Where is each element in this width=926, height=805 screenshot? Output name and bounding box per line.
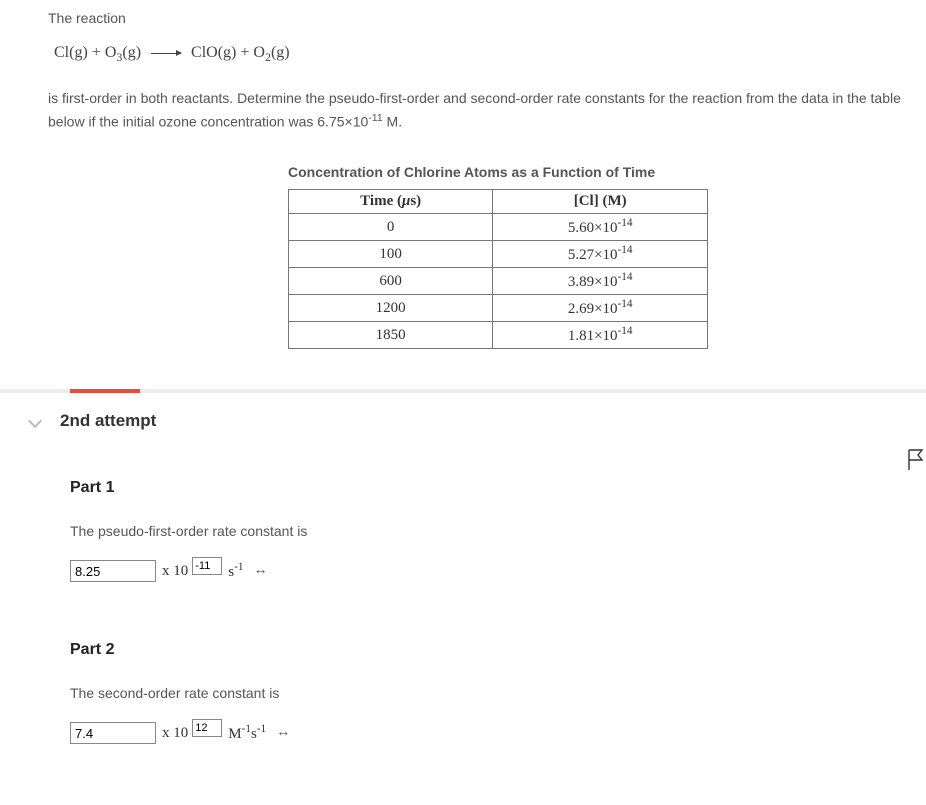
th-time: Time (μs) xyxy=(289,190,493,214)
cell-conc: 5.27×10-14 xyxy=(493,241,708,268)
flag-icon[interactable] xyxy=(908,449,924,471)
cell-time: 1200 xyxy=(289,295,493,322)
cell-time: 600 xyxy=(289,268,493,295)
part2-answer: x 10 M-1s-1 ↔ xyxy=(70,719,926,747)
cell-time: 1850 xyxy=(289,322,493,349)
part2-text: The second-order rate constant is xyxy=(70,685,926,701)
desc-exp: -11 xyxy=(368,112,382,124)
intro-lead: The reaction xyxy=(48,10,926,26)
table-row: 600 3.89×10-14 xyxy=(289,268,708,295)
times-ten: x 10 xyxy=(162,725,188,742)
times-ten: x 10 xyxy=(162,563,188,580)
bidir-arrow-icon: ↔ xyxy=(276,725,290,741)
eq-lhs2-tail: (g) xyxy=(122,44,141,61)
part1-text: The pseudo-first-order rate constant is xyxy=(70,523,926,539)
table-row: 1850 1.81×10-14 xyxy=(289,322,708,349)
part1-exp-input[interactable] xyxy=(192,557,222,575)
cell-conc: 2.69×10-14 xyxy=(493,295,708,322)
eq-rhs2-base: O xyxy=(253,44,265,61)
part1-unit: s-1 xyxy=(228,561,243,581)
problem-description: is first-order in both reactants. Determ… xyxy=(48,87,918,132)
cell-time: 100 xyxy=(289,241,493,268)
table-title: Concentration of Chlorine Atoms as a Fun… xyxy=(288,161,708,183)
bidir-arrow-icon: ↔ xyxy=(253,563,267,579)
part2-exp-input[interactable] xyxy=(192,719,222,737)
reaction-equation: Cl(g) + O3(g) ClO(g) + O2(g) xyxy=(54,44,926,65)
desc-tail: M. xyxy=(383,113,402,129)
desc-main: is first-order in both reactants. Determ… xyxy=(48,90,901,129)
table-row: 100 5.27×10-14 xyxy=(289,241,708,268)
attempt-label: 2nd attempt xyxy=(60,411,156,431)
part2-heading: Part 2 xyxy=(70,641,926,659)
eq-rhs2-tail: (g) xyxy=(271,44,290,61)
eq-rhs1: ClO(g) xyxy=(191,44,236,61)
cell-conc: 1.81×10-14 xyxy=(493,322,708,349)
part1-answer: x 10 s-1 ↔ xyxy=(70,557,926,585)
part2-unit: M-1s-1 xyxy=(228,723,266,743)
concentration-table: Time (μs) [Cl] (M) 0 5.60×10-14 100 5.27… xyxy=(288,189,708,349)
eq-lhs1: Cl(g) xyxy=(54,44,88,61)
table-row: 1200 2.69×10-14 xyxy=(289,295,708,322)
cell-conc: 3.89×10-14 xyxy=(493,268,708,295)
cell-time: 0 xyxy=(289,214,493,241)
table-row: 0 5.60×10-14 xyxy=(289,214,708,241)
chevron-down-icon[interactable] xyxy=(28,414,42,428)
part2-value-input[interactable] xyxy=(70,722,156,744)
eq-lhs2-base: O xyxy=(105,44,117,61)
th-cl: [Cl] (M) xyxy=(493,190,708,214)
part1-heading: Part 1 xyxy=(70,479,926,497)
reaction-arrow xyxy=(151,53,181,54)
cell-conc: 5.60×10-14 xyxy=(493,214,708,241)
part1-value-input[interactable] xyxy=(70,560,156,582)
